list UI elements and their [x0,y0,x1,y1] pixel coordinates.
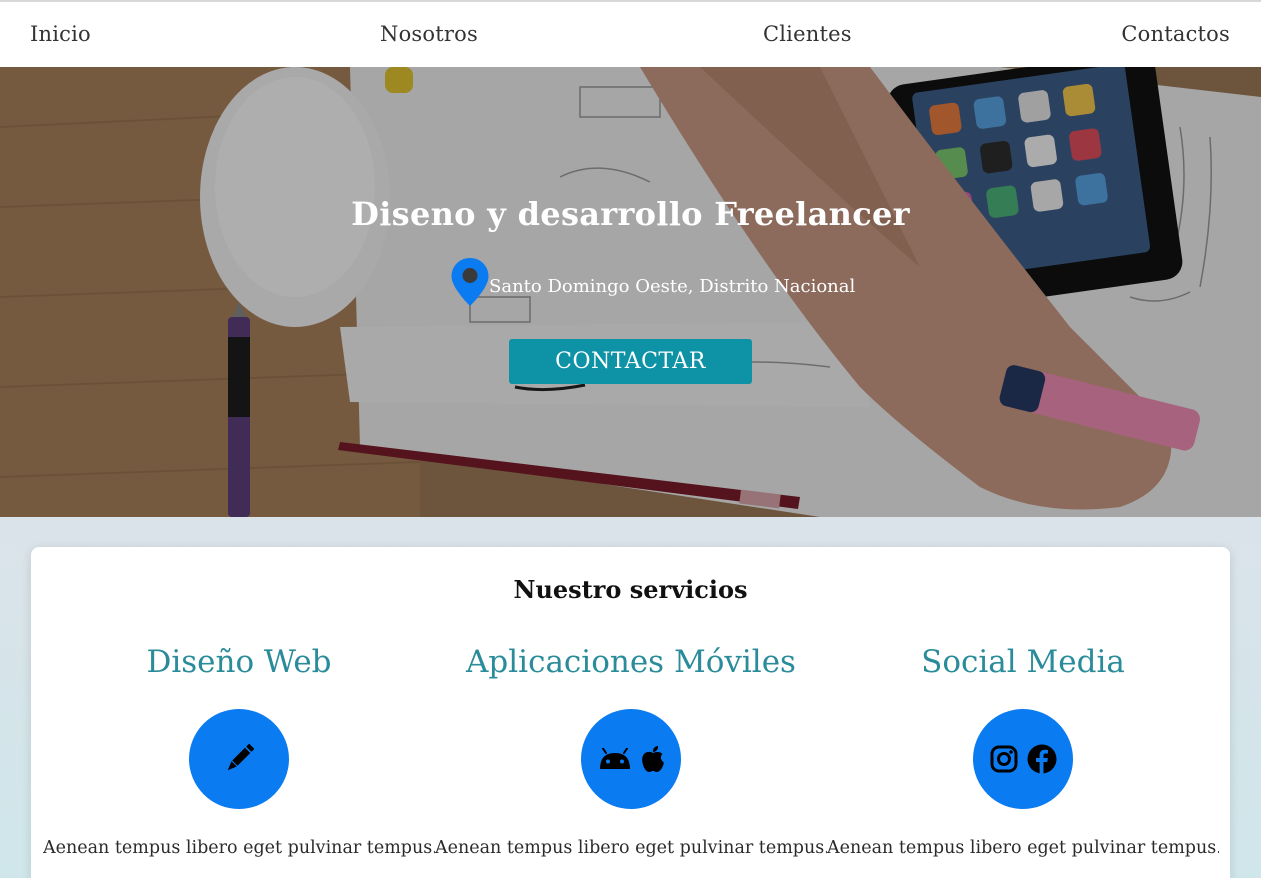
map-pin-icon [451,258,489,306]
service-description: Aenean tempus libero eget pulvinar tempu… [827,838,1219,858]
apple-icon [641,746,664,772]
service-description: Aenean tempus libero eget pulvinar tempu… [435,838,827,858]
service-icon-circle [973,709,1073,809]
location-line: Santo Domingo Oeste, Distrito Nacional [450,255,855,307]
pencil-icon [227,744,254,771]
services-heading: Nuestro servicios [513,575,748,604]
instagram-icon [990,745,1017,773]
service-title: Aplicaciones Móviles [466,644,796,680]
service-title: Diseño Web [146,644,332,680]
services-card: Nuestro servicios Diseño Web Aenean temp… [31,547,1230,878]
nav-link-clientes[interactable]: Clientes [763,22,852,46]
hero-title: Diseno y desarrollo Freelancer [351,195,910,233]
android-icon [599,748,630,769]
service-icon-circle [581,709,681,809]
location-text: Santo Domingo Oeste, Distrito Nacional [489,276,856,297]
nav-link-nosotros[interactable]: Nosotros [380,22,478,46]
facebook-icon [1027,744,1056,774]
service-description: Aenean tempus libero eget pulvinar tempu… [43,838,435,858]
service-icon-circle [189,709,289,809]
service-diseno-web: Diseño Web Aenean tempus libero eget pul… [43,642,435,862]
service-social-media: Social Media Aenean tempus libero eget p… [827,642,1219,862]
service-title: Social Media [921,644,1125,680]
top-nav: Inicio Nosotros Clientes Contactos [0,0,1261,67]
nav-link-contactos[interactable]: Contactos [1121,22,1230,46]
nav-link-inicio[interactable]: Inicio [30,22,91,46]
hero-banner: Diseno y desarrollo Freelancer Santo Dom… [0,67,1261,517]
contactar-button[interactable]: CONTACTAR [509,339,752,384]
service-aplicaciones-moviles: Aplicaciones Móviles Aenean tempus liber… [435,642,827,862]
